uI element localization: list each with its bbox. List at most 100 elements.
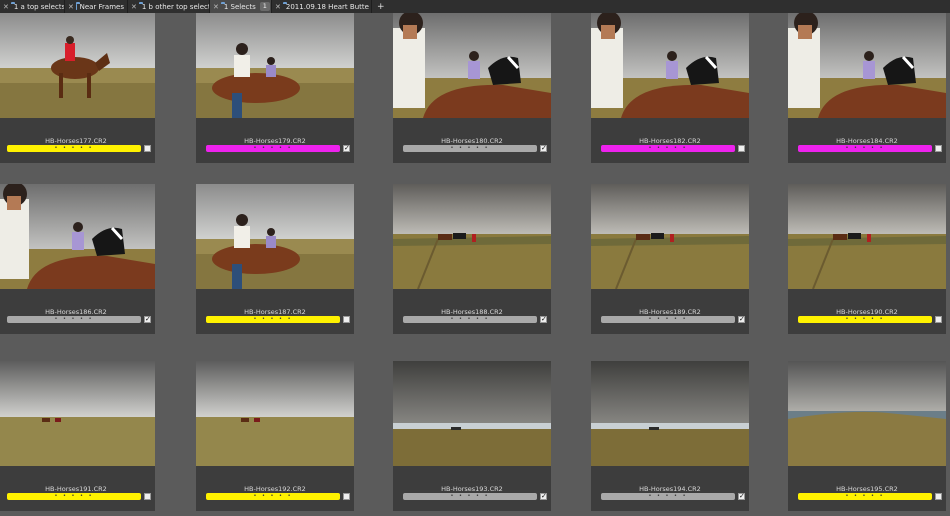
color-label-bar[interactable]: • • • • • — [206, 493, 340, 500]
rating-stars[interactable]: • • • • • — [648, 145, 687, 152]
select-checkbox[interactable]: ✓ — [540, 493, 547, 500]
photo-thumbnail[interactable] — [393, 184, 551, 289]
color-label-bar[interactable]: • • • • • — [798, 493, 932, 500]
thumbnail-cell[interactable]: HB-Horses190.CR2 • • • • • — [788, 184, 946, 334]
thumbnail-cell[interactable]: HB-Horses192.CR2 • • • • • — [196, 361, 354, 511]
photo-thumbnail[interactable] — [591, 184, 749, 289]
tab-1[interactable]: ✕ 1 a top selects — [0, 0, 65, 13]
tab-2[interactable]: ✕ Near Frames — [65, 0, 128, 13]
rating-stars[interactable]: • • • • • — [450, 316, 489, 323]
photo-thumbnail[interactable] — [0, 184, 155, 289]
rating-stars[interactable]: • • • • • — [648, 493, 687, 500]
rating-stars[interactable]: • • • • • — [450, 145, 489, 152]
thumbnail-cell[interactable]: HB-Horses194.CR2 • • • • • ✓ — [591, 361, 749, 511]
photo-thumbnail[interactable] — [0, 13, 155, 118]
thumbnail-cell[interactable]: HB-Horses177.CR2 • • • • • — [0, 13, 155, 163]
color-label-bar[interactable]: • • • • • — [798, 316, 932, 323]
thumbnail-cell[interactable]: HB-Horses179.CR2 • • • • • ✓ — [196, 13, 354, 163]
select-checkbox[interactable] — [144, 145, 151, 152]
rating-stars[interactable]: • • • • • — [253, 493, 292, 500]
tab-close-icon[interactable]: ✕ — [68, 3, 74, 11]
photo-thumbnail[interactable] — [196, 13, 354, 118]
tab-close-icon[interactable]: ✕ — [131, 3, 137, 11]
thumbnail-filename: HB-Horses177.CR2 — [45, 137, 107, 145]
select-checkbox[interactable] — [144, 493, 151, 500]
thumbnail-cell[interactable]: HB-Horses188.CR2 • • • • • ✓ — [393, 184, 551, 334]
photo-thumbnail[interactable] — [788, 184, 946, 289]
rating-stars[interactable]: • • • • • — [54, 145, 93, 152]
rating-stars[interactable]: • • • • • — [253, 316, 292, 323]
photo-thumbnail[interactable] — [196, 361, 354, 466]
photo-thumbnail[interactable] — [788, 13, 946, 118]
color-label-bar[interactable]: • • • • • — [403, 493, 537, 500]
select-checkbox[interactable] — [935, 145, 942, 152]
select-checkbox[interactable]: ✓ — [540, 316, 547, 323]
select-checkbox[interactable] — [935, 493, 942, 500]
photo-thumbnail[interactable] — [0, 361, 155, 466]
color-label-bar[interactable]: • • • • • — [601, 316, 735, 323]
thumbnail-filename: HB-Horses189.CR2 — [639, 308, 701, 316]
select-checkbox[interactable]: ✓ — [738, 493, 745, 500]
thumbnail-cell[interactable]: HB-Horses184.CR2 • • • • • — [788, 13, 946, 163]
tab-close-icon[interactable]: ✕ — [275, 3, 281, 11]
photo-thumbnail[interactable] — [393, 361, 551, 466]
rating-stars[interactable]: • • • • • — [845, 316, 884, 323]
photo-thumbnail[interactable] — [591, 13, 749, 118]
photo-thumbnail[interactable] — [591, 361, 749, 466]
select-checkbox[interactable] — [343, 493, 350, 500]
thumbnail-filename: HB-Horses191.CR2 — [45, 485, 107, 493]
tab-4[interactable]: ✕ 1 Selects 1 — [210, 0, 272, 13]
select-checkbox[interactable]: ✓ — [738, 316, 745, 323]
color-label-bar[interactable]: • • • • • — [206, 145, 340, 152]
thumbnail-grid[interactable]: HB-Horses177.CR2 • • • • • HB-Horses179.CR… — [0, 13, 950, 516]
rating-stars[interactable]: • • • • • — [253, 145, 292, 152]
add-tab-icon[interactable]: + — [372, 2, 390, 12]
thumbnail-cell[interactable]: HB-Horses180.CR2 • • • • • ✓ — [393, 13, 551, 163]
tab-label: 1 b other top selects — [141, 2, 210, 11]
photo-thumbnail[interactable] — [196, 184, 354, 289]
thumbnail-filename: HB-Horses192.CR2 — [244, 485, 306, 493]
rating-stars[interactable]: • • • • • — [54, 316, 93, 323]
checkmark-icon: ✓ — [541, 492, 547, 500]
photo-thumbnail[interactable] — [788, 361, 946, 466]
color-label-bar[interactable]: • • • • • — [601, 493, 735, 500]
thumbnail-cell[interactable]: HB-Horses195.CR2 • • • • • — [788, 361, 946, 511]
thumbnail-filename: HB-Horses182.CR2 — [639, 137, 701, 145]
tab-label: Near Frames — [79, 2, 124, 11]
rating-stars[interactable]: • • • • • — [648, 316, 687, 323]
thumbnail-cell[interactable]: HB-Horses186.CR2 • • • • • ✓ — [0, 184, 155, 334]
select-checkbox[interactable]: ✓ — [343, 145, 350, 152]
tab-close-icon[interactable]: ✕ — [213, 3, 219, 11]
color-label-bar[interactable]: • • • • • — [601, 145, 735, 152]
thumbnail-filename: HB-Horses190.CR2 — [836, 308, 898, 316]
select-checkbox[interactable] — [343, 316, 350, 323]
select-checkbox[interactable] — [935, 316, 942, 323]
rating-stars[interactable]: • • • • • — [450, 493, 489, 500]
select-checkbox[interactable] — [738, 145, 745, 152]
tab-label: 1 a top selects — [13, 2, 65, 11]
thumbnail-cell[interactable]: HB-Horses187.CR2 • • • • • — [196, 184, 354, 334]
color-label-bar[interactable]: • • • • • — [798, 145, 932, 152]
rating-stars[interactable]: • • • • • — [845, 145, 884, 152]
thumbnail-cell[interactable]: HB-Horses189.CR2 • • • • • ✓ — [591, 184, 749, 334]
tab-3[interactable]: ✕1 b other top selects1 — [128, 0, 210, 13]
color-label-bar[interactable]: • • • • • — [7, 493, 141, 500]
thumbnail-filename: HB-Horses187.CR2 — [244, 308, 306, 316]
color-label-bar[interactable]: • • • • • — [403, 145, 537, 152]
color-label-bar[interactable]: • • • • • — [403, 316, 537, 323]
tab-close-icon[interactable]: ✕ — [3, 3, 9, 11]
color-label-bar[interactable]: • • • • • — [7, 316, 141, 323]
thumbnail-cell[interactable]: HB-Horses193.CR2 • • • • • ✓ — [393, 361, 551, 511]
thumbnail-filename: HB-Horses179.CR2 — [244, 137, 306, 145]
select-checkbox[interactable]: ✓ — [144, 316, 151, 323]
photo-thumbnail[interactable] — [393, 13, 551, 118]
thumbnail-cell[interactable]: HB-Horses191.CR2 • • • • • — [0, 361, 155, 511]
select-checkbox[interactable]: ✓ — [540, 145, 547, 152]
color-label-bar[interactable]: • • • • • — [7, 145, 141, 152]
rating-stars[interactable]: • • • • • — [54, 493, 93, 500]
thumbnail-cell[interactable]: HB-Horses182.CR2 • • • • • — [591, 13, 749, 163]
rating-stars[interactable]: • • • • • — [845, 493, 884, 500]
thumbnail-filename: HB-Horses188.CR2 — [441, 308, 503, 316]
color-label-bar[interactable]: • • • • • — [206, 316, 340, 323]
tab-5[interactable]: ✕ 2011.09.18 Heart Butte Kids — [272, 0, 372, 13]
